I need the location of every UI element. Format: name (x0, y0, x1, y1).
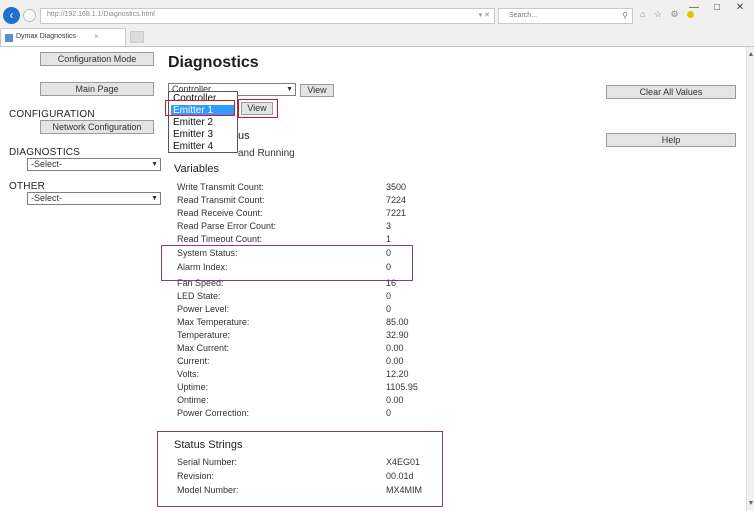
view-button-highlight (238, 99, 278, 118)
variable-value: 0.00 (386, 356, 404, 366)
view-button[interactable]: View (300, 84, 334, 97)
variable-value: 32.90 (386, 330, 409, 340)
variable-value: 7224 (386, 195, 407, 205)
device-option[interactable]: Emitter 3 (171, 129, 235, 140)
status-string-value: MX4MIM (386, 485, 422, 495)
variable-value: 3 (386, 221, 392, 231)
device-option[interactable]: Emitter 2 (171, 117, 235, 128)
browser-chrome: ‹ http://192.168.1.1/Diagnostics.html ▾ … (0, 0, 754, 47)
configuration-heading: CONFIGURATION (9, 109, 95, 120)
tab-close-icon[interactable]: × (94, 32, 99, 41)
other-heading: OTHER (9, 181, 45, 192)
status-string-value: 00.01d (386, 471, 414, 481)
page-content: Configuration Mode Main Page CONFIGURATI… (0, 47, 746, 511)
address-text: http://192.168.1.1/Diagnostics.html (47, 11, 155, 18)
browser-search-box[interactable]: Search... ⚲ (498, 8, 633, 24)
close-window-icon[interactable]: ✕ (729, 0, 751, 16)
variable-value: 85.00 (386, 317, 409, 327)
search-icon[interactable]: ⚲ (622, 11, 628, 20)
page-title: Diagnostics (168, 54, 259, 71)
forward-button[interactable] (23, 9, 36, 22)
variable-value: 7221 (386, 208, 407, 218)
diagnostics-select[interactable]: -Select- ▼ (27, 158, 161, 171)
status-strings-highlight (157, 431, 443, 507)
back-arrow-icon[interactable]: ‹ (3, 7, 20, 24)
configuration-mode-button[interactable]: Configuration Mode (40, 52, 154, 66)
variable-label: Fan Speed: (177, 278, 224, 288)
variable-label: LED State: (177, 291, 221, 301)
browser-tab[interactable]: Dymax Diagnostics × (0, 28, 126, 46)
home-star-gear-icon[interactable]: ⌂ ☆ ⚙ (640, 9, 682, 19)
maximize-icon[interactable]: □ (706, 0, 728, 16)
other-select-value: -Select- (31, 193, 63, 203)
main-page-button[interactable]: Main Page (40, 82, 154, 96)
variable-value: 0 (386, 304, 392, 314)
diagnostics-select-value: -Select- (31, 159, 63, 169)
status-text: and Running (238, 148, 295, 159)
scroll-down-icon[interactable]: ▼ (747, 500, 754, 507)
address-bar[interactable]: http://192.168.1.1/Diagnostics.html ▾ ✕ (40, 8, 495, 24)
variable-value: 1 (386, 234, 392, 244)
chevron-down-icon: ▼ (151, 161, 158, 168)
vertical-scrollbar[interactable]: ▲ ▼ (746, 47, 754, 511)
variable-label: Temperature: (177, 330, 231, 340)
search-placeholder: Search... (509, 12, 538, 19)
new-tab-button[interactable] (130, 31, 144, 43)
variable-value: 0 (386, 248, 392, 258)
variables-heading: Variables (174, 163, 220, 175)
variable-value: 0.00 (386, 343, 404, 353)
device-option[interactable]: Emitter 4 (171, 141, 235, 152)
variable-label: Alarm Index: (177, 262, 228, 272)
tab-title: Dymax Diagnostics (16, 33, 76, 40)
variable-value: 0 (386, 262, 392, 272)
status-string-label: Revision: (177, 471, 215, 481)
variable-label: Write Transmit Count: (177, 182, 264, 192)
variable-label: System Status: (177, 248, 238, 258)
network-configuration-button[interactable]: Network Configuration (40, 120, 154, 134)
variable-value: 0 (386, 408, 392, 418)
variable-label: Read Parse Error Count: (177, 221, 277, 231)
diagnostics-heading: DIAGNOSTICS (9, 147, 81, 158)
variable-label: Power Correction: (177, 408, 250, 418)
variable-label: Read Receive Count: (177, 208, 263, 218)
scroll-up-icon[interactable]: ▲ (747, 51, 754, 58)
variable-value: 0.00 (386, 395, 404, 405)
minimize-icon[interactable]: — (683, 0, 705, 16)
page-favicon-icon (5, 34, 13, 42)
chevron-down-icon: ▼ (286, 86, 293, 93)
variable-label: Power Level: (177, 304, 230, 314)
status-string-value: X4EG01 (386, 457, 421, 467)
emitter-selection-highlight (165, 100, 235, 116)
variable-label: Uptime: (177, 382, 209, 392)
status-heading: us (238, 130, 250, 142)
status-string-label: Model Number: (177, 485, 239, 495)
variable-label: Max Current: (177, 343, 230, 353)
variable-label: Ontime: (177, 395, 209, 405)
variable-value: 12.20 (386, 369, 409, 379)
variable-label: Read Timeout Count: (177, 234, 263, 244)
clear-all-values-button[interactable]: Clear All Values (606, 85, 736, 99)
variable-label: Current: (177, 356, 210, 366)
variable-label: Volts: (177, 369, 200, 379)
variable-value: 3500 (386, 182, 407, 192)
variable-label: Max Temperature: (177, 317, 250, 327)
variable-value: 0 (386, 291, 392, 301)
status-string-label: Serial Number: (177, 457, 238, 467)
other-select[interactable]: -Select- ▼ (27, 192, 161, 205)
variable-value: 16 (386, 278, 397, 288)
help-button[interactable]: Help (606, 133, 736, 147)
address-controls-icon[interactable]: ▾ ✕ (479, 11, 490, 19)
variable-value: 1105.95 (386, 382, 418, 392)
chevron-down-icon: ▼ (151, 195, 158, 202)
variable-label: Read Transmit Count: (177, 195, 265, 205)
sidebar: Configuration Mode Main Page CONFIGURATI… (0, 47, 162, 511)
